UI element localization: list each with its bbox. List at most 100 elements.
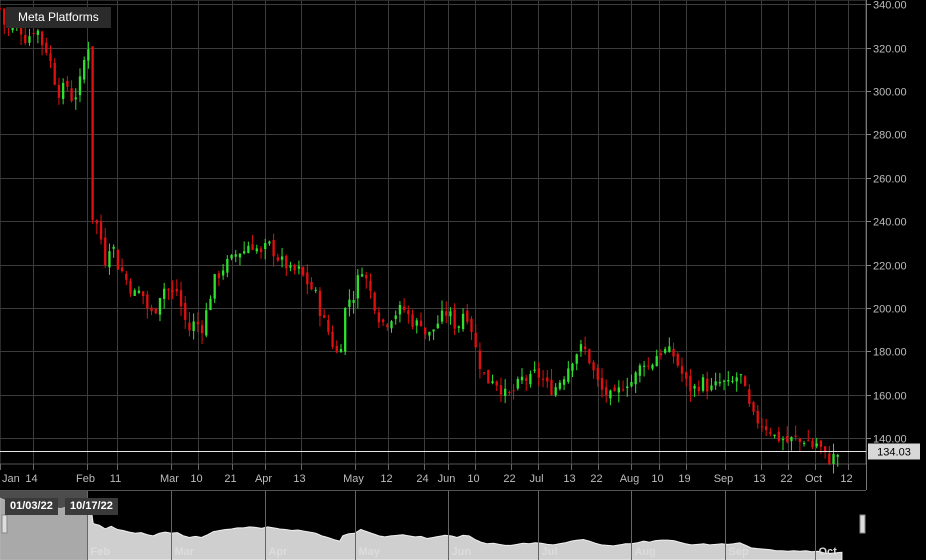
candle-body <box>453 309 456 329</box>
chart-title: Meta Platforms <box>6 7 111 28</box>
candle-body <box>272 240 275 257</box>
candle-body <box>617 387 620 393</box>
candle-body <box>259 248 263 252</box>
x-tick-label: 11 <box>110 473 121 485</box>
candle-body <box>238 253 242 258</box>
candle-body <box>836 454 839 457</box>
candle-body <box>756 410 759 424</box>
candle-body <box>209 298 212 310</box>
candle-body <box>188 322 191 331</box>
navigator-tick-label: Mar <box>175 546 195 558</box>
x-tick-label: 12 <box>380 473 392 485</box>
y-axis: 340.00 320.00 300.00 280.00 260.00 240.00 220.… <box>866 0 907 446</box>
candle-body <box>562 379 566 385</box>
candle-body <box>680 366 684 374</box>
x-tick-label: 21 <box>224 473 236 485</box>
candle-body <box>440 310 444 322</box>
stock-chart[interactable]: 340.00 320.00 300.00 280.00 260.00 240.00 220.… <box>0 0 926 560</box>
candle-body <box>327 319 330 332</box>
candle-body <box>621 389 625 391</box>
candle-body <box>377 312 381 323</box>
candle-body <box>432 329 435 332</box>
candle-body <box>609 390 612 399</box>
x-tick-label: 13 <box>753 473 765 485</box>
candle-body <box>32 33 35 35</box>
candle-body <box>487 369 490 384</box>
candle-body <box>146 294 149 309</box>
x-tick-label: Jan <box>2 473 20 485</box>
candle-body <box>141 291 145 297</box>
candle-body <box>280 256 284 260</box>
x-tick-label: May <box>343 473 364 485</box>
y-tick-label: 300.00 <box>873 87 907 99</box>
candle-body <box>386 324 389 328</box>
candle-body <box>285 255 288 269</box>
x-tick-label: Feb <box>76 473 95 485</box>
candle-body <box>36 30 40 35</box>
candle-body <box>482 372 486 374</box>
candle-body <box>171 290 174 292</box>
last-price-line: 134.03 <box>0 443 920 460</box>
candle-body <box>592 362 595 371</box>
candle-body <box>213 274 216 299</box>
candle-body <box>537 368 541 378</box>
candle-body <box>605 387 608 396</box>
candle-body <box>815 443 818 447</box>
candle-body <box>217 273 221 279</box>
candle-body <box>659 353 663 356</box>
navigator-tick-label: Sep <box>729 546 749 558</box>
candle-body <box>184 302 187 320</box>
x-tick-label: 13 <box>293 473 305 485</box>
candle-body <box>731 380 734 382</box>
candle-body <box>626 386 629 389</box>
candle-body <box>470 318 473 333</box>
candle-body <box>701 377 705 391</box>
candle-body <box>718 382 722 384</box>
y-tick-label: 200.00 <box>873 304 907 316</box>
range-navigator[interactable]: Feb Mar Apr May Jun Jul Aug Sep Oct <box>0 491 866 560</box>
candle-body <box>74 97 77 100</box>
range-end-date[interactable]: 10/17/22 <box>65 498 118 515</box>
x-tick-label: 14 <box>25 473 37 485</box>
candle-body <box>520 376 524 381</box>
candle-body <box>116 249 120 270</box>
candle-body <box>57 85 61 98</box>
candle-body <box>95 220 98 224</box>
x-tick-label: Sep <box>714 473 734 485</box>
candle-body <box>790 436 793 442</box>
candle-body <box>339 349 343 353</box>
candle-body <box>301 267 305 276</box>
x-tick-label: 22 <box>590 473 602 485</box>
navigator-handle-left <box>1 514 8 534</box>
candle-body <box>596 367 599 380</box>
candle-body <box>373 292 376 311</box>
range-start-date[interactable]: 01/03/22 <box>5 498 58 515</box>
candle-body <box>335 345 338 353</box>
candle-body <box>765 426 768 431</box>
candle-body <box>150 307 153 312</box>
candle-body <box>739 374 743 376</box>
x-axis: Jan 14 Feb 11 Mar 10 21 Apr 13 May 12 24 Jun 10 22 Jul 1… <box>0 464 866 491</box>
candle-body <box>798 438 802 443</box>
x-tick-label: Apr <box>255 473 272 485</box>
candle-body <box>243 251 246 254</box>
candle-body <box>276 257 279 261</box>
candle-body <box>192 321 195 332</box>
candle-body <box>264 243 267 250</box>
candle-body <box>508 391 511 393</box>
candle-body <box>415 320 418 326</box>
candle-body <box>600 378 604 390</box>
y-tick-label: 280.00 <box>873 130 907 142</box>
candle-body <box>49 53 52 62</box>
candle-body <box>794 435 797 437</box>
candle-body <box>630 381 633 387</box>
candle-body <box>289 265 292 268</box>
y-tick-label: 260.00 <box>873 174 907 186</box>
candle-body <box>516 378 519 389</box>
candle-body <box>196 321 200 325</box>
x-tick-label: 24 <box>416 473 428 485</box>
candle-body <box>322 315 326 318</box>
candle-body <box>331 331 334 347</box>
candle-body <box>710 385 713 390</box>
plot-frame <box>0 0 867 465</box>
